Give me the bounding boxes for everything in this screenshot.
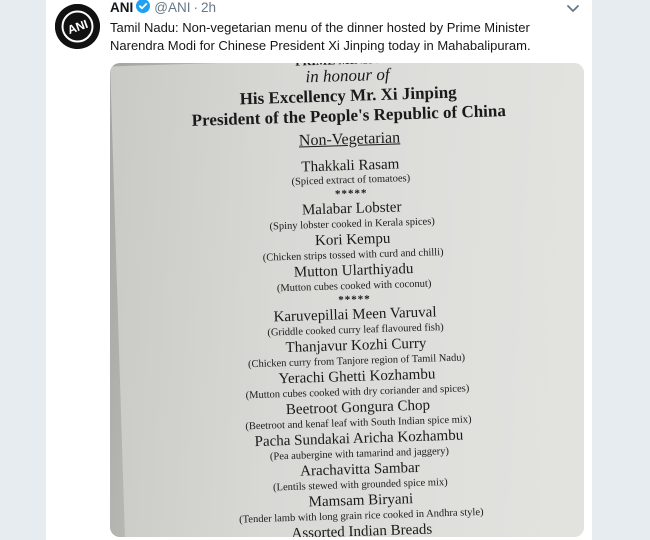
tweet-photo[interactable]: PRIME MINISTER in honour of His Excellen… bbox=[110, 63, 584, 537]
chevron-down-icon[interactable] bbox=[566, 2, 580, 14]
tweet-header: ANI @ANI · 2h bbox=[110, 0, 216, 16]
verified-badge-icon bbox=[136, 0, 151, 17]
menu-content: PRIME MINISTER in honour of His Excellen… bbox=[110, 63, 584, 537]
tweet-card[interactable]: ANI ANI @ANI · 2h Tamil Nadu: Non-vegeta… bbox=[46, 0, 592, 540]
avatar[interactable]: ANI bbox=[55, 4, 100, 49]
timestamp[interactable]: 2h bbox=[201, 0, 216, 16]
menu-card: PRIME MINISTER in honour of His Excellen… bbox=[110, 63, 584, 537]
ani-logo-icon: ANI bbox=[55, 4, 100, 49]
tweet-text: Tamil Nadu: Non-vegetarian menu of the d… bbox=[110, 20, 531, 53]
separator-dot: · bbox=[193, 0, 198, 15]
account-name[interactable]: ANI bbox=[110, 0, 133, 16]
account-handle[interactable]: @ANI bbox=[154, 0, 190, 16]
